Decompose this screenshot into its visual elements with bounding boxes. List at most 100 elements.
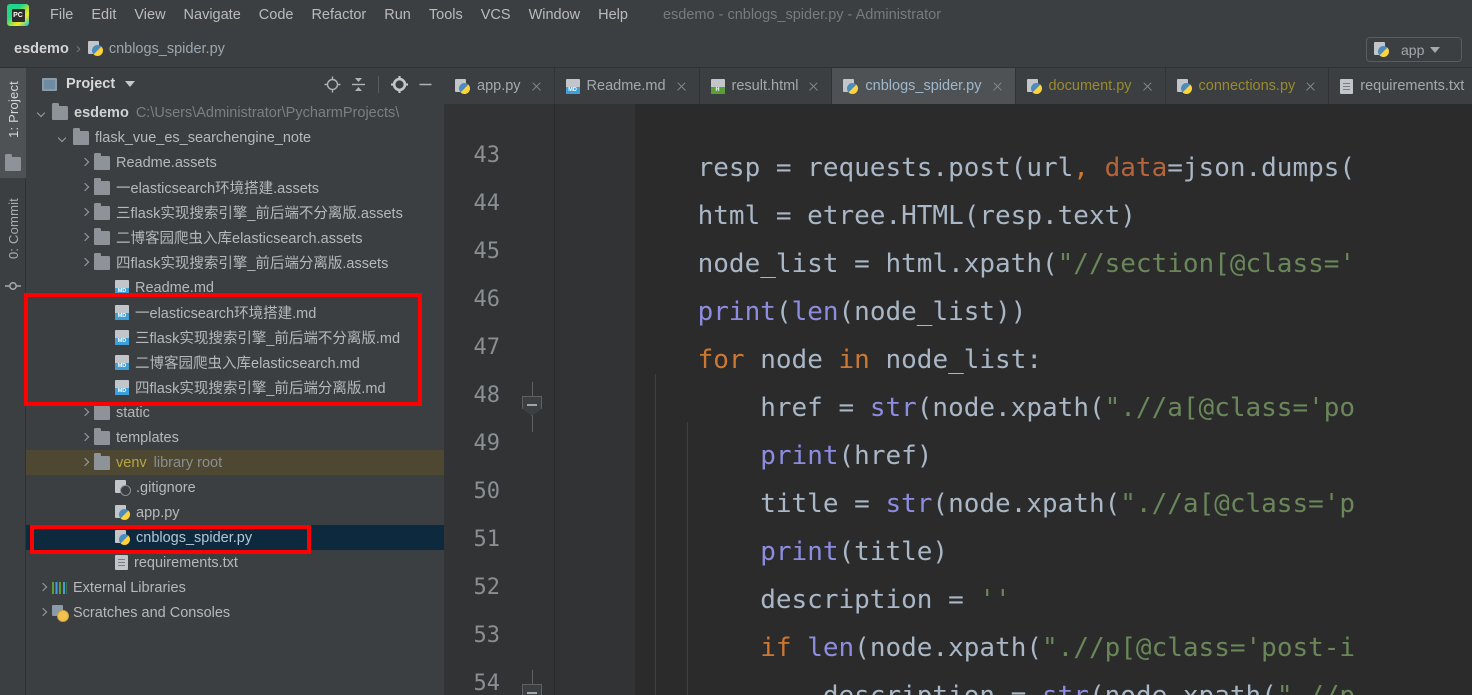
chevron-right-icon[interactable] — [78, 431, 91, 444]
fold-collapse-marker[interactable] — [522, 396, 542, 416]
menu-item-tools[interactable]: Tools — [420, 4, 472, 26]
tree-row[interactable]: 三flask实现搜索引擎_前后端不分离版.md — [26, 325, 444, 350]
close-icon[interactable] — [675, 80, 688, 93]
folder-icon — [94, 402, 110, 420]
chevron-right-icon[interactable] — [78, 406, 91, 419]
tree-row[interactable]: flask_vue_es_searchengine_note — [26, 125, 444, 150]
tree-row[interactable]: External Libraries — [26, 575, 444, 600]
chevron-down-icon[interactable] — [36, 106, 49, 119]
tree-row[interactable]: app.py — [26, 500, 444, 525]
code-line[interactable]: print(href) — [635, 432, 932, 480]
chevron-right-icon[interactable] — [78, 206, 91, 219]
breadcrumb-project-label: esdemo — [14, 40, 69, 57]
folder-icon — [94, 427, 110, 445]
rail-icon-project-folder[interactable] — [0, 150, 26, 178]
chevron-right-icon[interactable] — [78, 181, 91, 194]
tree-row[interactable]: 一elasticsearch环境搭建.assets — [26, 175, 444, 200]
python-file-icon — [115, 530, 130, 545]
project-panel-header: Project — [26, 68, 444, 100]
chevron-right-icon[interactable] — [78, 456, 91, 469]
chevron-right-icon[interactable] — [78, 231, 91, 244]
close-icon[interactable] — [530, 80, 543, 93]
tree-row[interactable]: 一elasticsearch环境搭建.md — [26, 300, 444, 325]
project-file-tree[interactable]: esdemo C:\Users\Administrator\PycharmProj… — [26, 100, 444, 695]
external-libraries-icon — [52, 581, 67, 595]
settings-gear-icon[interactable] — [388, 73, 410, 95]
editor-tab-label: result.html — [731, 78, 799, 94]
editor-tab[interactable]: result.html — [700, 68, 833, 104]
tree-row[interactable]: 四flask实现搜索引擎_前后端分离版.assets — [26, 250, 444, 275]
tree-row[interactable]: Scratches and Consoles — [26, 600, 444, 625]
commit-icon[interactable] — [0, 272, 26, 300]
tree-row[interactable]: venv library root — [26, 450, 444, 475]
code-text[interactable]: resp = requests.post(url, data=json.dump… — [635, 104, 1472, 695]
editor-tab[interactable]: connections.py — [1166, 68, 1330, 104]
close-icon[interactable] — [1141, 80, 1154, 93]
menu-item-file[interactable]: File — [41, 4, 82, 26]
navigation-bar: esdemo › cnblogs_spider.py app — [0, 30, 1472, 68]
collapse-all-icon[interactable] — [347, 73, 369, 95]
close-icon[interactable] — [1304, 80, 1317, 93]
rail-button-project[interactable]: 1: Project — [0, 68, 26, 150]
menu-item-view[interactable]: View — [125, 4, 174, 26]
code-line[interactable]: description = str(node.xpath(".//p — [635, 672, 1355, 695]
tree-row[interactable]: 二博客园爬虫入库elasticsearch.assets — [26, 225, 444, 250]
editor-tab-bar[interactable]: app.py Readme.md result.html cnblogs_spider… — [444, 68, 1472, 104]
annotation-gutter — [555, 104, 635, 695]
code-line[interactable]: title = str(node.xpath(".//a[@class='p — [635, 480, 1355, 528]
folder-icon — [52, 102, 68, 120]
close-icon[interactable] — [991, 80, 1004, 93]
editor-tab[interactable]: Readme.md — [555, 68, 700, 104]
chevron-right-icon[interactable] — [36, 581, 49, 594]
menu-item-refactor[interactable]: Refactor — [302, 4, 375, 26]
tree-row[interactable]: Readme.md — [26, 275, 444, 300]
code-editor[interactable]: 43444546474849505152535455 resp = reques… — [444, 104, 1472, 695]
chevron-right-icon[interactable] — [78, 256, 91, 269]
tree-row[interactable]: 四flask实现搜索引擎_前后端分离版.md — [26, 375, 444, 400]
tree-row[interactable]: Readme.assets — [26, 150, 444, 175]
tree-row[interactable]: 二博客园爬虫入库elasticsearch.md — [26, 350, 444, 375]
tree-row[interactable]: static — [26, 400, 444, 425]
chevron-right-icon[interactable] — [78, 156, 91, 169]
menu-item-window[interactable]: Window — [520, 4, 590, 26]
tree-row[interactable]: requirements.txt — [26, 550, 444, 575]
code-line[interactable]: resp = requests.post(url, data=json.dump… — [635, 144, 1355, 192]
locate-target-icon[interactable] — [321, 73, 343, 95]
editor-tab[interactable]: document.py — [1016, 68, 1166, 104]
menu-item-help[interactable]: Help — [589, 4, 637, 26]
breadcrumb-project[interactable]: esdemo — [14, 41, 69, 57]
editor-tab[interactable]: requirements.txt — [1329, 68, 1472, 104]
code-line[interactable]: print(title) — [635, 528, 948, 576]
code-line[interactable]: description = '' — [635, 576, 1010, 624]
rail-button-commit[interactable]: 0: Commit — [0, 186, 26, 272]
fold-markers[interactable] — [510, 104, 555, 695]
menu-item-navigate[interactable]: Navigate — [175, 4, 250, 26]
code-line[interactable]: html = etree.HTML(resp.text) — [635, 192, 1136, 240]
tree-row[interactable]: 三flask实现搜索引擎_前后端不分离版.assets — [26, 200, 444, 225]
code-line[interactable]: for node in node_list: — [635, 336, 1042, 384]
tree-row[interactable]: .gitignore — [26, 475, 444, 500]
chevron-down-icon[interactable] — [125, 81, 136, 87]
breadcrumb-file[interactable]: cnblogs_spider.py — [87, 41, 225, 57]
fold-collapse-marker[interactable] — [522, 684, 542, 695]
menu-item-run[interactable]: Run — [375, 4, 420, 26]
run-configuration-selector[interactable]: app — [1366, 37, 1462, 62]
tree-row[interactable]: esdemo C:\Users\Administrator\PycharmProj… — [26, 100, 444, 125]
close-icon[interactable] — [807, 80, 820, 93]
menu-item-edit[interactable]: Edit — [82, 4, 125, 26]
code-line[interactable]: print(len(node_list)) — [635, 288, 1027, 336]
editor-tab[interactable]: app.py — [444, 68, 555, 104]
code-line[interactable]: href = str(node.xpath(".//a[@class='po — [635, 384, 1355, 432]
tree-row-label: venv — [116, 454, 147, 471]
tree-row[interactable]: templates — [26, 425, 444, 450]
code-line[interactable]: if len(node.xpath(".//p[@class='post-i — [635, 624, 1355, 672]
minimize-icon[interactable] — [414, 73, 436, 95]
code-line[interactable]: node_list = html.xpath("//section[@class… — [635, 240, 1355, 288]
menu-item-code[interactable]: Code — [250, 4, 303, 26]
chevron-down-icon[interactable] — [57, 131, 70, 144]
tree-row[interactable]: cnblogs_spider.py — [26, 525, 444, 550]
chevron-right-icon[interactable] — [36, 606, 49, 619]
editor-tab[interactable]: cnblogs_spider.py — [832, 68, 1016, 104]
menu-item-vcs[interactable]: VCS — [472, 4, 520, 26]
